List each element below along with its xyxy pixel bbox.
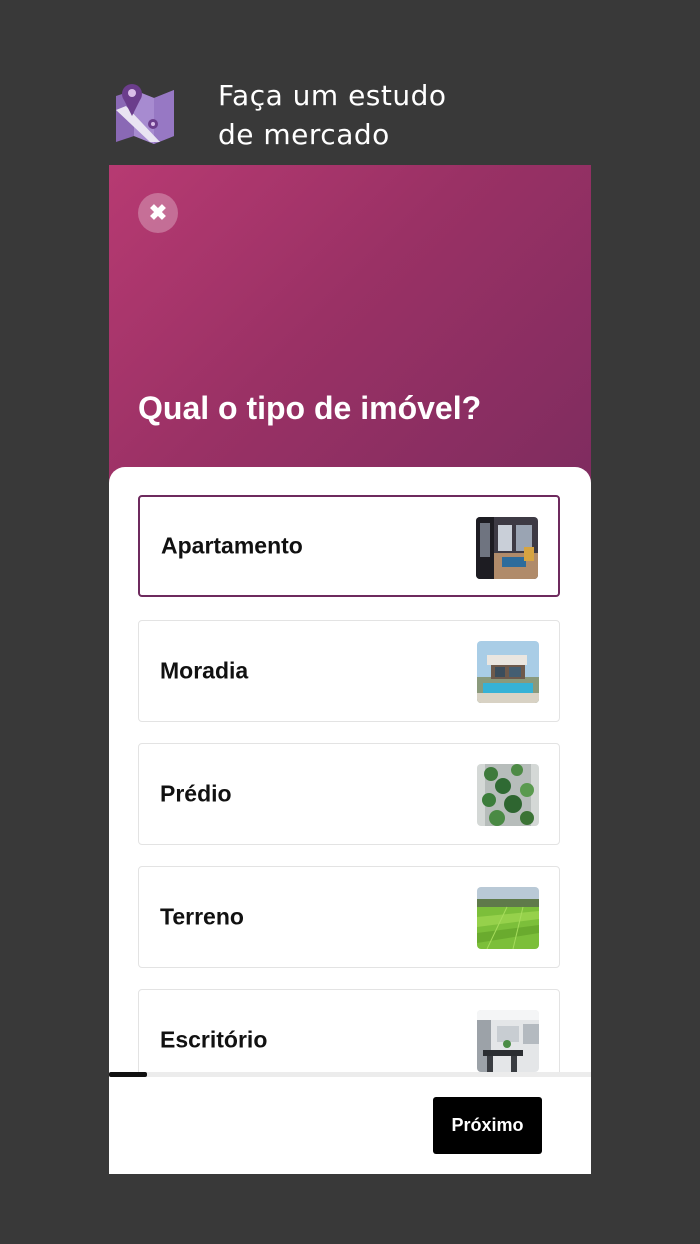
question-heading: Qual o tipo de imóvel?	[138, 390, 482, 426]
apartment-interior-image	[476, 517, 538, 579]
close-icon: ✖	[148, 200, 168, 225]
option-label: Moradia	[160, 657, 249, 684]
option-apartamento[interactable]: Apartamento	[138, 495, 560, 597]
office-interior-image	[477, 1010, 539, 1072]
option-label: Apartamento	[161, 532, 303, 559]
option-label: Terreno	[160, 903, 244, 930]
green-building-image	[477, 764, 539, 826]
option-moradia[interactable]: Moradia	[138, 620, 560, 722]
page-title-line-1: Faça um estudo	[218, 79, 447, 112]
modal-footer: Próximo	[109, 1077, 591, 1174]
options-panel[interactable]: Apartamento Moradia Prédio Terreno Escri…	[109, 467, 591, 1072]
option-predio[interactable]: Prédio	[138, 743, 560, 845]
option-label: Escritório	[160, 1026, 268, 1053]
map-pin-icon	[112, 80, 180, 144]
next-button[interactable]: Próximo	[433, 1097, 542, 1154]
modern-house-pool-image	[477, 641, 539, 703]
option-terreno[interactable]: Terreno	[138, 866, 560, 968]
page-title: Faça um estudo de mercado	[218, 76, 498, 154]
option-label: Prédio	[160, 780, 232, 807]
green-fields-image	[477, 887, 539, 949]
page-title-line-2: de mercado	[218, 118, 390, 151]
close-button[interactable]: ✖	[138, 193, 178, 233]
modal-hero: ✖ Qual o tipo de imóvel?	[109, 165, 591, 495]
page-header: Faça um estudo de mercado	[112, 76, 592, 156]
property-type-modal: ✖ Qual o tipo de imóvel? Apartamento Mor…	[109, 165, 591, 1174]
option-escritorio[interactable]: Escritório	[138, 989, 560, 1072]
